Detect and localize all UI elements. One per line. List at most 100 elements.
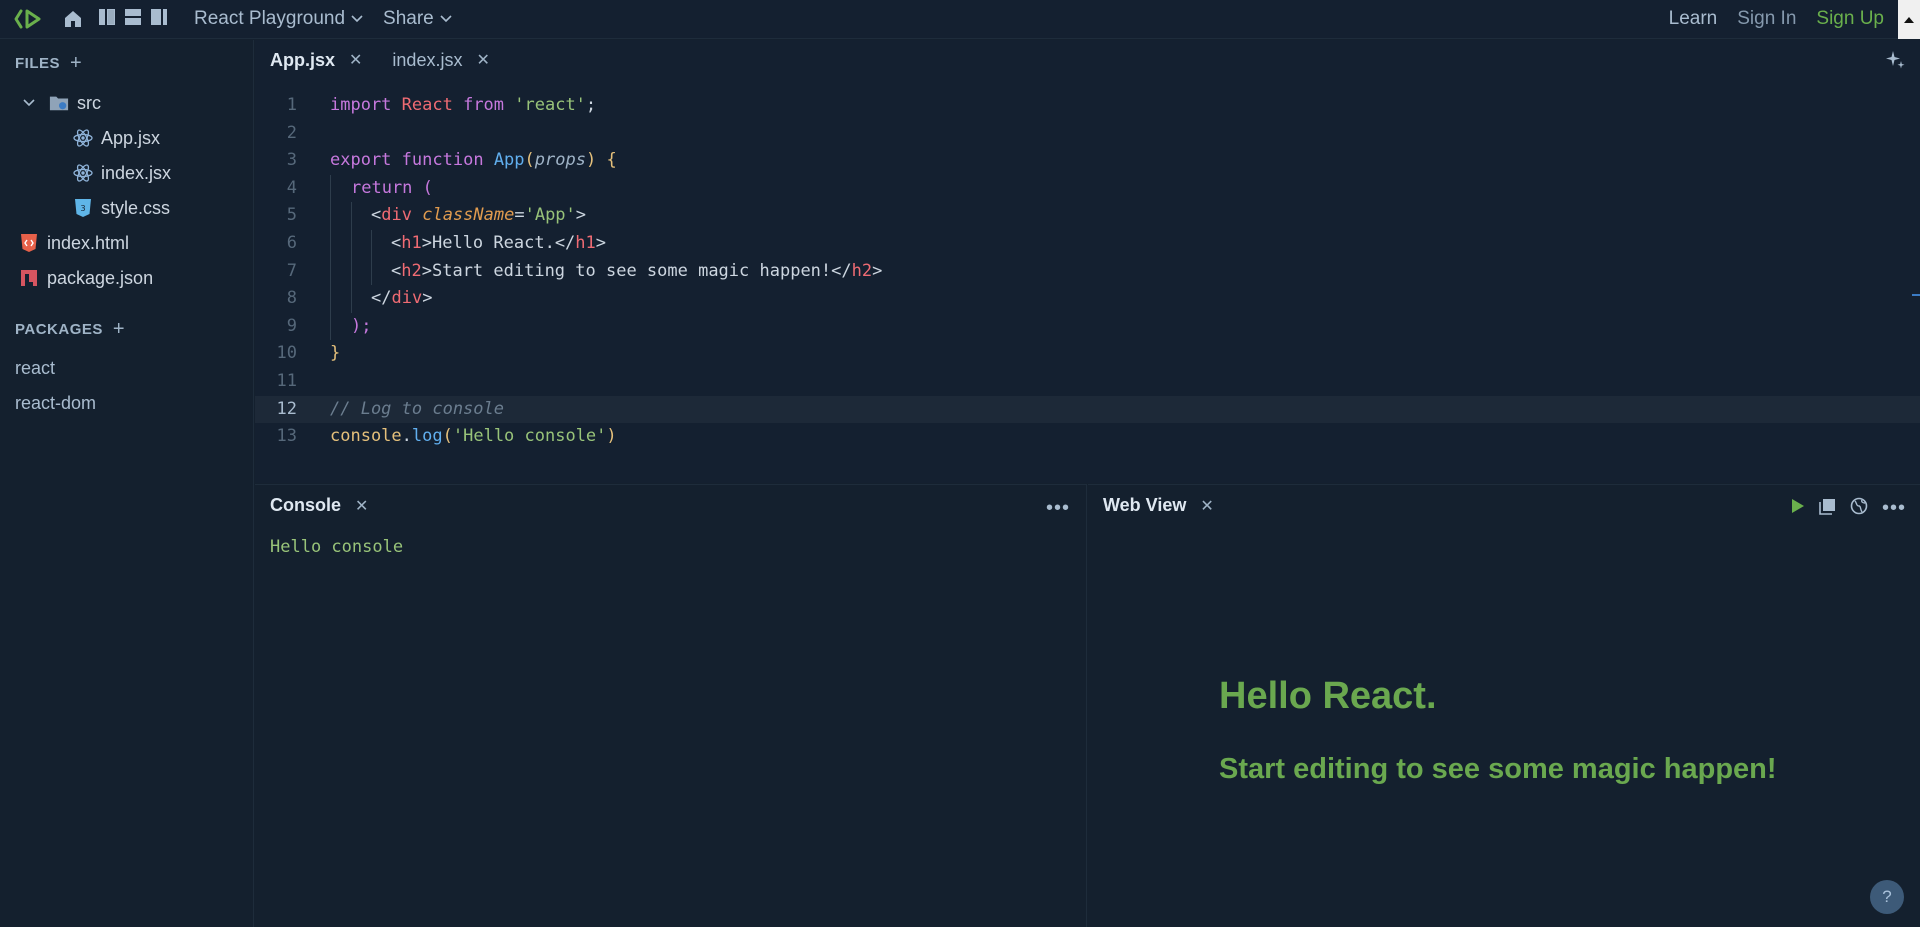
chevron-down-icon — [440, 15, 452, 23]
layout-switcher — [98, 8, 168, 31]
code-line: 3 export function App(props) { — [255, 147, 1920, 175]
tree-item-label: src — [77, 92, 101, 113]
tree-item-src[interactable]: src — [19, 88, 101, 118]
line-number: 2 — [286, 122, 297, 143]
close-icon[interactable]: ✕ — [1200, 496, 1213, 516]
line-number: 10 — [276, 343, 297, 364]
sidebar: FILES + src App.jsx index.jsx 3 style.cs… — [0, 40, 254, 927]
add-file-icon[interactable]: + — [70, 52, 82, 75]
line-number: 6 — [286, 232, 297, 253]
close-icon[interactable]: ✕ — [355, 496, 368, 516]
learn-link[interactable]: Learn — [1669, 8, 1718, 30]
line-number: 5 — [286, 205, 297, 226]
code-line: 8 </div> — [255, 285, 1920, 313]
tree-item-label: style.css — [101, 197, 171, 218]
more-options-icon[interactable]: ••• — [1882, 497, 1906, 520]
tab-label: index.jsx — [392, 49, 463, 70]
line-number: 13 — [276, 426, 297, 447]
close-icon[interactable]: ✕ — [349, 50, 362, 70]
home-icon[interactable] — [58, 0, 88, 39]
top-bar: React Playground Share Learn Sign In Sig… — [0, 0, 1920, 39]
preview-heading-2: Start editing to see some magic happen! — [1219, 753, 1777, 785]
layout-columns-icon[interactable] — [98, 8, 116, 31]
project-menu[interactable]: React Playground — [194, 8, 363, 30]
add-package-icon[interactable]: + — [113, 318, 125, 341]
code-line: 4 return ( — [255, 174, 1920, 203]
html-icon — [19, 233, 39, 253]
code-line: 11 — [255, 368, 1920, 396]
npm-icon — [19, 268, 39, 288]
playground-logo-icon[interactable] — [0, 0, 58, 39]
run-icon[interactable] — [1791, 498, 1805, 519]
tree-item-package-json[interactable]: package.json — [19, 263, 153, 293]
ai-sparkle-icon[interactable] — [1884, 49, 1906, 76]
react-icon — [73, 163, 93, 183]
tree-item-label: package.json — [47, 267, 154, 288]
package-item[interactable]: react — [15, 358, 55, 379]
sign-up-link[interactable]: Sign Up — [1816, 8, 1884, 30]
folder-icon — [49, 93, 69, 113]
code-area[interactable]: 1 import React from 'react'; 2 3 export … — [255, 92, 1920, 451]
console-panel: Console ✕ ••• Hello console — [255, 484, 1087, 927]
open-window-icon[interactable] — [1819, 498, 1836, 520]
preview-heading-1: Hello React. — [1219, 675, 1437, 717]
files-title: FILES — [15, 55, 61, 72]
code-line: 10 } — [255, 340, 1920, 368]
packages-section-header: PACKAGES + — [0, 318, 125, 341]
code-line: 1 import React from 'react'; — [255, 92, 1920, 120]
code-line: 13 console.log('Hello console') — [255, 423, 1920, 451]
package-item[interactable]: react-dom — [15, 393, 96, 414]
tree-item-app-jsx[interactable]: App.jsx — [73, 123, 160, 153]
web-view-title: Web View — [1103, 495, 1187, 515]
web-view-tab[interactable]: Web View ✕ — [1103, 495, 1214, 516]
code-line: 7 <h2>Start editing to see some magic ha… — [255, 257, 1920, 286]
svg-text:3: 3 — [80, 204, 85, 213]
packages-title: PACKAGES — [15, 321, 103, 338]
more-options-icon[interactable]: ••• — [1046, 497, 1070, 520]
auth-links: Learn Sign In Sign Up — [1669, 8, 1920, 30]
help-button[interactable]: ? — [1870, 880, 1904, 914]
globe-icon[interactable] — [1850, 497, 1868, 520]
tab-app-jsx[interactable]: App.jsx ✕ — [255, 50, 377, 71]
tab-label: App.jsx — [270, 49, 336, 70]
web-view-actions: ••• — [1791, 497, 1906, 520]
css-icon: 3 — [73, 198, 93, 218]
code-editor: App.jsx ✕ index.jsx ✕ 1 import React fro… — [255, 40, 1920, 483]
code-line: 5 <div className='App'> — [255, 202, 1920, 230]
tree-item-index-jsx[interactable]: index.jsx — [73, 158, 171, 188]
tree-item-label: index.html — [47, 232, 130, 253]
tree-item-label: App.jsx — [101, 127, 161, 148]
line-number: 7 — [286, 260, 297, 281]
tree-item-style-css[interactable]: 3 style.css — [73, 193, 170, 223]
editor-tabs: App.jsx ✕ index.jsx ✕ — [255, 40, 505, 80]
line-number: 8 — [286, 288, 297, 309]
react-icon — [73, 128, 93, 148]
tree-item-label: index.jsx — [101, 162, 172, 183]
console-output: Hello console — [270, 537, 404, 557]
close-icon[interactable]: ✕ — [476, 50, 489, 70]
console-tab[interactable]: Console ✕ — [270, 495, 368, 516]
line-number: 9 — [286, 315, 297, 336]
tree-item-index-html[interactable]: index.html — [19, 228, 129, 258]
line-number: 1 — [286, 95, 297, 115]
layout-rows-icon[interactable] — [124, 8, 142, 31]
line-number: 11 — [276, 370, 297, 391]
console-title: Console — [270, 495, 342, 515]
line-number: 12 — [276, 398, 297, 419]
chevron-down-icon — [351, 15, 363, 23]
line-number: 3 — [286, 150, 297, 171]
code-line-active: 12 // Log to console — [255, 395, 1920, 424]
chevron-down-icon[interactable] — [19, 93, 39, 113]
tab-index-jsx[interactable]: index.jsx ✕ — [377, 50, 504, 71]
code-line: 9 ); — [255, 312, 1920, 341]
files-section-header: FILES + — [0, 52, 82, 75]
sign-in-link[interactable]: Sign In — [1737, 8, 1796, 30]
web-view-panel: Web View ✕ ••• Hello React. Start editin… — [1088, 484, 1920, 927]
share-menu[interactable]: Share — [383, 8, 452, 30]
scroll-marker — [1912, 294, 1920, 296]
layout-split-icon[interactable] — [150, 8, 168, 31]
project-menu-label: React Playground — [194, 8, 346, 29]
code-line: 6 <h1>Hello React.</h1> — [255, 229, 1920, 258]
scroll-up-arrow-icon[interactable] — [1898, 0, 1920, 39]
line-number: 4 — [286, 177, 297, 198]
